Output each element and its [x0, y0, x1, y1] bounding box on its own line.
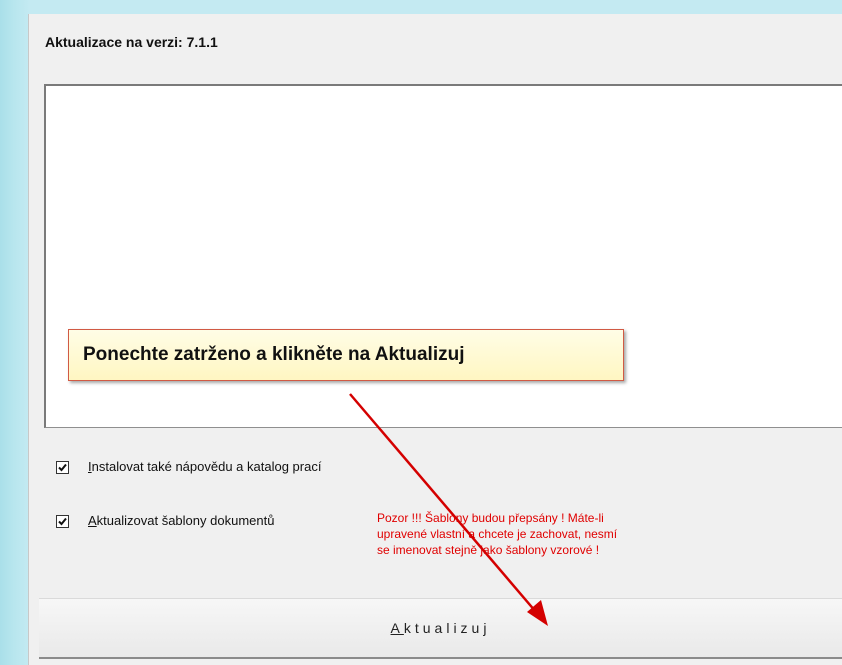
warning-line: upravené vlastní a chcete je zachovat, n… [377, 527, 618, 541]
dialog-title: Aktualizace na verzi: 7.1.1 [45, 34, 218, 50]
checkmark-icon [58, 517, 67, 526]
checkmark-icon [58, 463, 67, 472]
template-overwrite-warning: Pozor !!! Šablony budou přepsány ! Máte-… [377, 510, 737, 558]
install-help-checkbox[interactable] [56, 461, 69, 474]
instruction-callout: Ponechte zatrženo a klikněte na Aktualiz… [68, 329, 624, 381]
warning-line: se imenovat stejně jako šablony vzorové … [377, 543, 600, 557]
update-templates-text: ktualizovat šablony dokumentů [96, 513, 275, 528]
install-help-label[interactable]: Instalovat také nápovědu a katalog prací [88, 459, 321, 474]
update-templates-label[interactable]: Aktualizovat šablony dokumentů [88, 513, 274, 528]
warning-line: Pozor !!! Šablony budou přepsány ! Máte-… [377, 511, 604, 525]
install-help-text: nstalovat také nápovědu a katalog prací [91, 459, 322, 474]
callout-text: Ponechte zatrženo a klikněte na Aktualiz… [83, 344, 465, 365]
update-templates-accel: A [88, 513, 97, 528]
update-button[interactable]: Aktualizuj [39, 598, 842, 659]
update-templates-checkbox[interactable] [56, 515, 69, 528]
update-button-label: Aktualizuj [390, 620, 491, 636]
